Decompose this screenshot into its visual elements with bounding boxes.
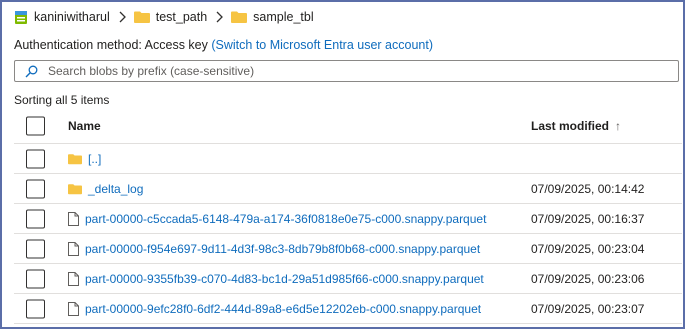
folder-icon	[231, 11, 248, 23]
name-cell: part-00000-f954e697-9d11-4d3f-98c3-8db79…	[68, 241, 480, 256]
blob-name-link[interactable]: part-00000-c5ccada5-6148-479a-a174-36f08…	[85, 212, 486, 226]
breadcrumb-folder-sample-tbl[interactable]: sample_tbl	[231, 10, 314, 24]
sort-ascending-icon: ↑	[615, 118, 622, 133]
breadcrumb-folder-label: test_path	[155, 10, 208, 24]
breadcrumb-account[interactable]: kaniniwitharul	[14, 9, 110, 25]
file-icon	[68, 211, 79, 226]
column-header-last-modified-label: Last modified	[531, 118, 610, 133]
search-box	[14, 60, 679, 82]
breadcrumb: kaniniwitharul test_path sample_tbl	[14, 8, 314, 26]
select-all-checkbox[interactable]	[26, 116, 45, 135]
file-icon	[68, 241, 79, 256]
table-row[interactable]: part-00000-9355fb39-c070-4d83-bc1d-29a51…	[14, 264, 682, 294]
last-modified-cell: 07/09/2025, 00:14:42	[531, 181, 645, 196]
file-icon	[68, 271, 79, 286]
row-checkbox[interactable]	[26, 209, 45, 228]
last-modified-cell: 07/09/2025, 00:23:07	[531, 301, 645, 316]
blob-name-link[interactable]: part-00000-9efc28f0-6df2-444d-89a8-e6d5e…	[85, 302, 481, 316]
column-header-name-label: Name	[68, 118, 101, 133]
table-row[interactable]: part-00000-f954e697-9d11-4d3f-98c3-8db79…	[14, 234, 682, 264]
auth-method-line: Authentication method: Access key (Switc…	[14, 38, 433, 52]
breadcrumb-folder-test-path[interactable]: test_path	[133, 10, 208, 24]
auth-method-value: Access key	[144, 38, 208, 52]
sorting-status: Sorting all 5 items	[14, 93, 110, 107]
auth-method-label: Authentication method:	[14, 38, 142, 52]
column-header-last-modified[interactable]: Last modified ↑	[531, 119, 621, 133]
search-icon	[25, 65, 38, 78]
last-modified-cell: 07/09/2025, 00:23:06	[531, 271, 645, 286]
storage-account-icon	[15, 11, 27, 24]
name-cell: part-00000-c5ccada5-6148-479a-a174-36f08…	[68, 211, 486, 226]
last-modified-cell: 07/09/2025, 00:23:04	[531, 241, 645, 256]
row-checkbox[interactable]	[26, 239, 45, 258]
row-checkbox[interactable]	[26, 299, 45, 318]
row-checkbox[interactable]	[26, 179, 45, 198]
folder-icon	[68, 153, 82, 164]
folder-icon	[133, 11, 150, 23]
table-row[interactable]: _delta_log 07/09/2025, 00:14:42	[14, 174, 682, 204]
table-row[interactable]: part-00000-c5ccada5-6148-479a-a174-36f08…	[14, 204, 682, 234]
folder-icon	[68, 183, 82, 194]
blob-name-link[interactable]: part-00000-f954e697-9d11-4d3f-98c3-8db79…	[85, 242, 480, 256]
name-cell: part-00000-9355fb39-c070-4d83-bc1d-29a51…	[68, 271, 484, 286]
breadcrumb-account-label: kaniniwitharul	[34, 10, 110, 24]
blob-name-link[interactable]: [..]	[88, 152, 101, 166]
blob-table: Name Last modified ↑ [..] _delta_log 07/0…	[14, 108, 682, 324]
name-cell: _delta_log	[68, 182, 143, 196]
table-row[interactable]: part-00000-9efc28f0-6df2-444d-89a8-e6d5e…	[14, 294, 682, 324]
row-checkbox[interactable]	[26, 269, 45, 288]
last-modified-cell: 07/09/2025, 00:16:37	[531, 211, 645, 226]
table-header-row: Name Last modified ↑	[14, 108, 682, 144]
chevron-right-icon	[118, 11, 126, 23]
switch-auth-link[interactable]: (Switch to Microsoft Entra user account)	[211, 38, 433, 52]
table-row[interactable]: [..]	[14, 144, 682, 174]
file-icon	[68, 301, 79, 316]
blob-name-link[interactable]: part-00000-9355fb39-c070-4d83-bc1d-29a51…	[85, 272, 484, 286]
chevron-right-icon	[215, 11, 224, 23]
search-input[interactable]	[48, 64, 648, 78]
name-cell: [..]	[68, 152, 101, 166]
column-header-name[interactable]: Name	[68, 119, 101, 133]
breadcrumb-folder-label: sample_tbl	[253, 10, 314, 24]
name-cell: part-00000-9efc28f0-6df2-444d-89a8-e6d5e…	[68, 301, 481, 316]
row-checkbox[interactable]	[26, 149, 45, 168]
blob-name-link[interactable]: _delta_log	[88, 182, 143, 196]
